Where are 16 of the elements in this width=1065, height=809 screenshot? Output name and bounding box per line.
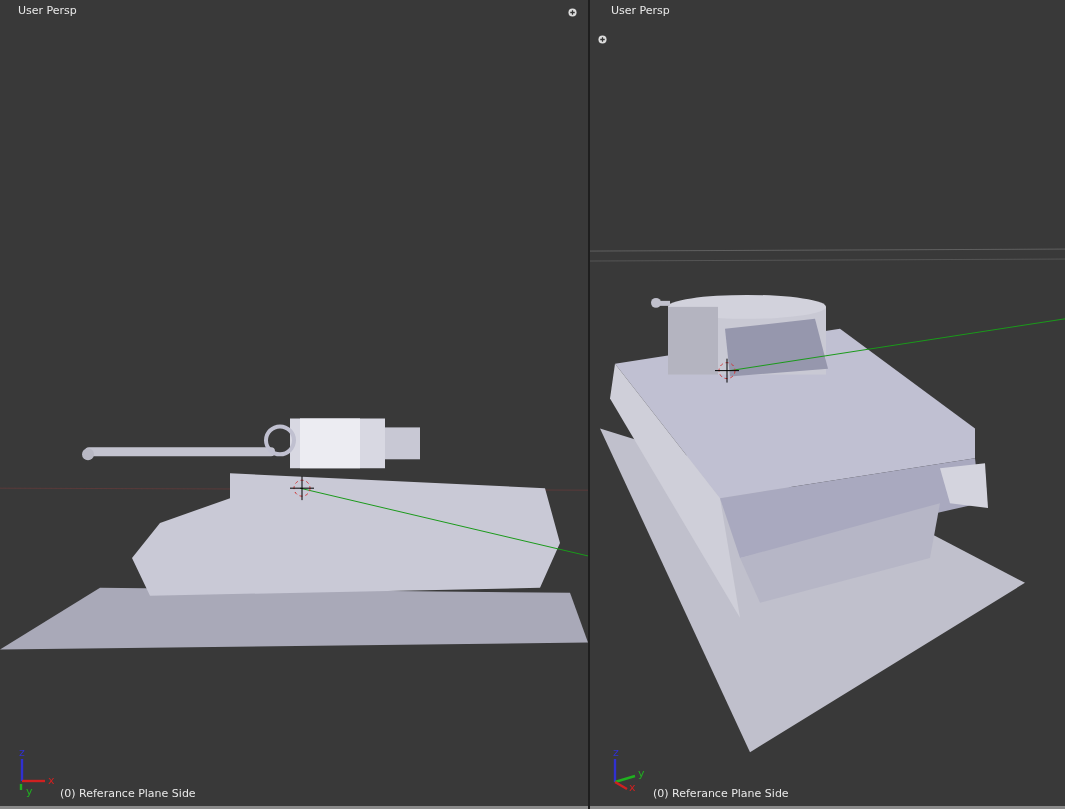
axis-label: y bbox=[638, 767, 645, 780]
view-label: User Persp bbox=[611, 4, 670, 17]
view-label: User Persp bbox=[18, 4, 77, 17]
plus-circle-icon[interactable] bbox=[568, 8, 577, 17]
3d-viewport[interactable]: User Persp z y x (0) Referance Plane Side bbox=[0, 0, 588, 809]
axis-label: x bbox=[48, 774, 55, 787]
3d-cursor-icon bbox=[714, 358, 740, 384]
axis-label: x bbox=[629, 781, 636, 794]
axis-label: z bbox=[19, 746, 25, 759]
3d-cursor-icon bbox=[289, 475, 315, 501]
plus-circle-icon[interactable] bbox=[598, 35, 607, 44]
3d-viewport[interactable]: User Persp z y x (0) Referance Plane Side bbox=[590, 0, 1065, 809]
object-label: (0) Referance Plane Side bbox=[60, 787, 196, 800]
object-label: (0) Referance Plane Side bbox=[653, 787, 789, 800]
axis-label: z bbox=[613, 746, 619, 759]
axis-label: y bbox=[26, 785, 33, 798]
